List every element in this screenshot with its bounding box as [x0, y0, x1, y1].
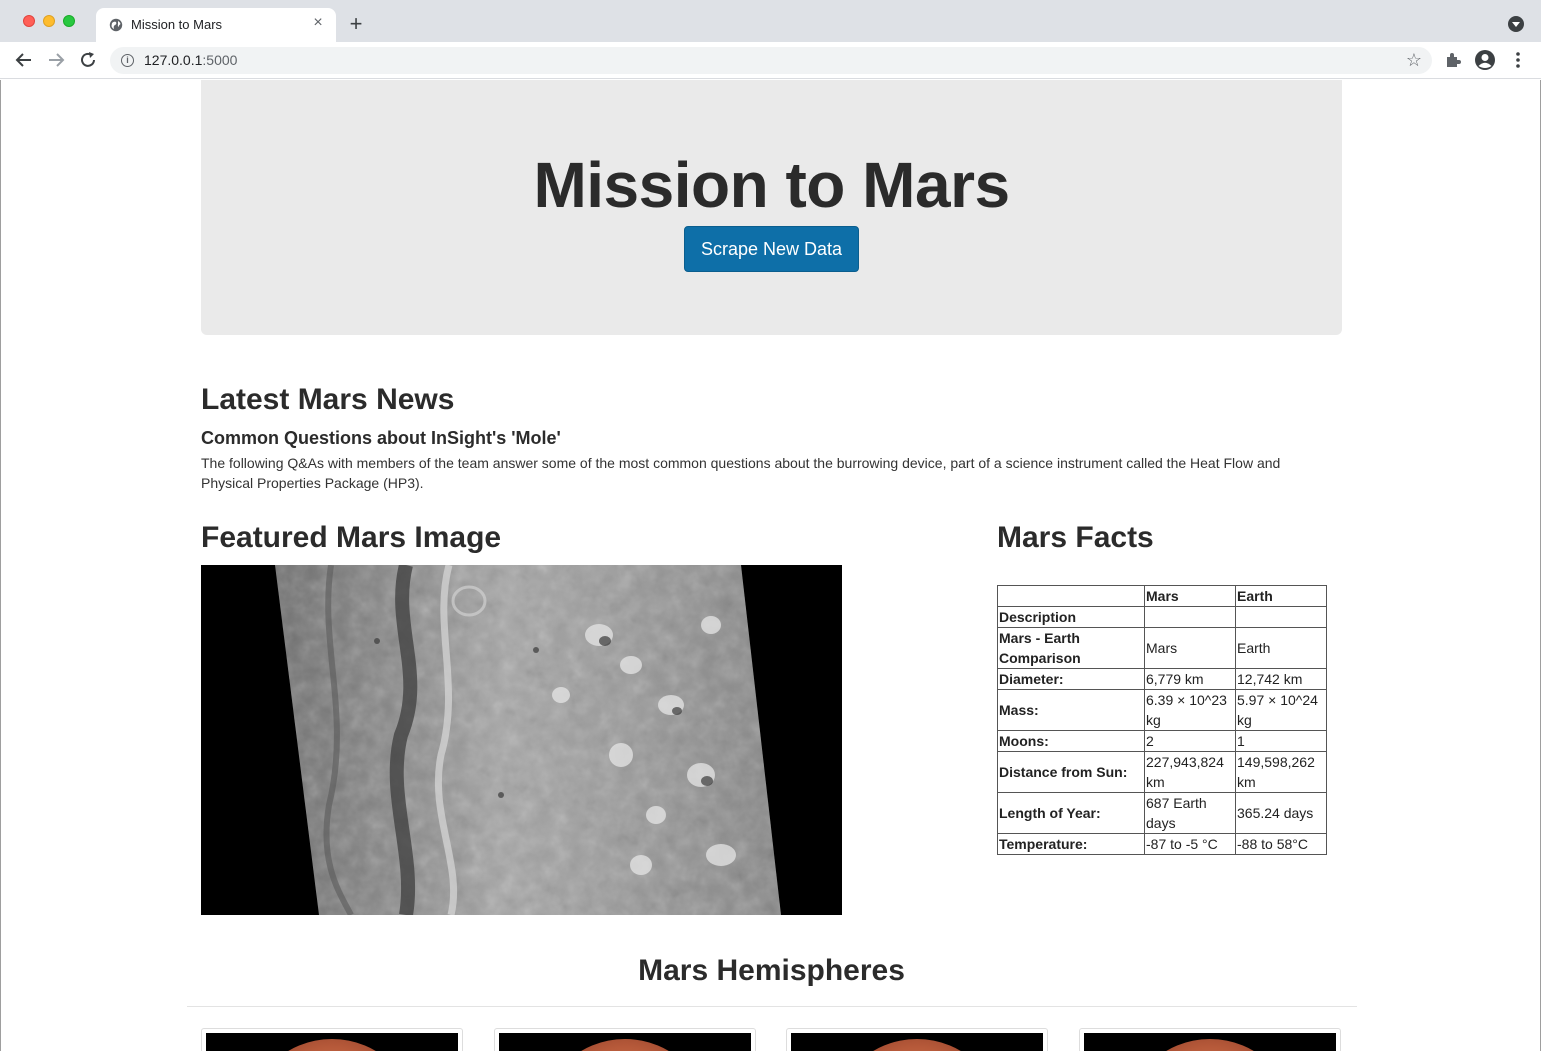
table-header-row: Mars Earth [997, 585, 1327, 607]
hemisphere-card[interactable] [494, 1028, 756, 1051]
table-row: Description [997, 606, 1327, 628]
news-heading: Latest Mars News [201, 383, 455, 416]
hemisphere-thumbnail [499, 1033, 751, 1051]
browser-tab[interactable]: Mission to Mars × [96, 8, 336, 42]
news-title: Common Questions about InSight's 'Mole' [201, 428, 561, 448]
mars-value: 227,943,824 km [1144, 751, 1236, 793]
table-row: Length of Year: 687 Earth days 365.24 da… [997, 792, 1327, 834]
table-header-cell [997, 585, 1145, 607]
reload-icon[interactable] [77, 49, 99, 71]
hero-jumbotron: Mission to Mars Scrape New Data [201, 80, 1342, 335]
table-header-cell: Mars [1144, 585, 1236, 607]
hemisphere-thumbnail [791, 1033, 1043, 1051]
table-row: Temperature: -87 to -5 °C -88 to 58°C [997, 833, 1327, 855]
url-text: 127.0.0.1:5000 [144, 52, 237, 68]
scrape-new-data-button[interactable]: Scrape New Data [684, 226, 859, 272]
mars-value: 687 Earth days [1144, 792, 1236, 834]
row-label: Temperature: [997, 833, 1145, 855]
table-row: Moons: 2 1 [997, 730, 1327, 752]
table-row: Diameter: 6,779 km 12,742 km [997, 668, 1327, 690]
featured-image-heading: Featured Mars Image [201, 521, 502, 554]
earth-value: 1 [1235, 730, 1327, 752]
earth-value: 5.97 × 10^24 kg [1235, 689, 1327, 731]
tab-search-icon[interactable] [1508, 16, 1524, 32]
tab-title: Mission to Mars [131, 17, 223, 32]
url-host: 127.0.0.1 [144, 52, 203, 68]
info-icon[interactable]: i [121, 54, 134, 67]
row-label: Length of Year: [997, 792, 1145, 834]
new-tab-button[interactable]: + [346, 13, 366, 35]
row-label: Mars - Earth Comparison [997, 627, 1145, 669]
close-window-button[interactable] [23, 15, 35, 27]
more-vert-icon[interactable] [1510, 50, 1526, 70]
earth-value: -88 to 58°C [1235, 833, 1327, 855]
section-divider [187, 1006, 1357, 1007]
page-title: Mission to Mars [533, 149, 1010, 221]
row-label: Diameter: [997, 668, 1145, 690]
row-label: Mass: [997, 689, 1145, 731]
earth-value: 365.24 days [1235, 792, 1327, 834]
browser-titlebar: Mission to Mars × + [0, 0, 1541, 42]
forward-icon[interactable] [45, 49, 67, 71]
hemispheres-heading: Mars Hemispheres [638, 954, 905, 987]
earth-value [1235, 606, 1327, 628]
table-row: Distance from Sun: 227,943,824 km 149,59… [997, 751, 1327, 793]
table-header-cell: Earth [1235, 585, 1327, 607]
table-row: Mars - Earth Comparison Mars Earth [997, 627, 1327, 669]
featured-mars-image [201, 565, 842, 915]
minimize-window-button[interactable] [43, 15, 55, 27]
page-viewport: Mission to Mars Scrape New Data Latest M… [0, 80, 1541, 1051]
url-port: :5000 [202, 52, 238, 68]
hemisphere-thumbnail [1084, 1033, 1336, 1051]
mars-value: 2 [1144, 730, 1236, 752]
row-label: Moons: [997, 730, 1145, 752]
globe-icon [109, 18, 123, 32]
table-row: Mass: 6.39 × 10^23 kg 5.97 × 10^24 kg [997, 689, 1327, 731]
hemisphere-card[interactable] [201, 1028, 463, 1051]
browser-toolbar: i 127.0.0.1:5000 ☆ [0, 42, 1541, 79]
mars-facts-table: Mars Earth Description Mars - Earth Comp… [997, 585, 1327, 855]
mars-value: 6.39 × 10^23 kg [1144, 689, 1236, 731]
row-label: Description [997, 606, 1145, 628]
puzzle-icon[interactable] [1443, 50, 1463, 70]
account-icon[interactable] [1474, 49, 1496, 71]
close-icon[interactable]: × [310, 15, 326, 31]
mars-value: -87 to -5 °C [1144, 833, 1236, 855]
hemisphere-thumbnail [206, 1033, 458, 1051]
mars-value: Mars [1144, 627, 1236, 669]
featured-image-graphic [275, 565, 781, 915]
hemisphere-card[interactable] [1079, 1028, 1341, 1051]
earth-value: 12,742 km [1235, 668, 1327, 690]
hemisphere-card[interactable] [786, 1028, 1048, 1051]
mars-value: 6,779 km [1144, 668, 1236, 690]
address-bar[interactable]: i 127.0.0.1:5000 ☆ [110, 47, 1432, 74]
mars-facts-heading: Mars Facts [997, 521, 1154, 554]
back-icon[interactable] [13, 49, 35, 71]
news-teaser: The following Q&As with members of the t… [201, 455, 1281, 491]
earth-value: 149,598,262 km [1235, 751, 1327, 793]
star-icon[interactable]: ☆ [1406, 50, 1422, 70]
earth-value: Earth [1235, 627, 1327, 669]
maximize-window-button[interactable] [63, 15, 75, 27]
mars-value [1144, 606, 1236, 628]
row-label: Distance from Sun: [997, 751, 1145, 793]
